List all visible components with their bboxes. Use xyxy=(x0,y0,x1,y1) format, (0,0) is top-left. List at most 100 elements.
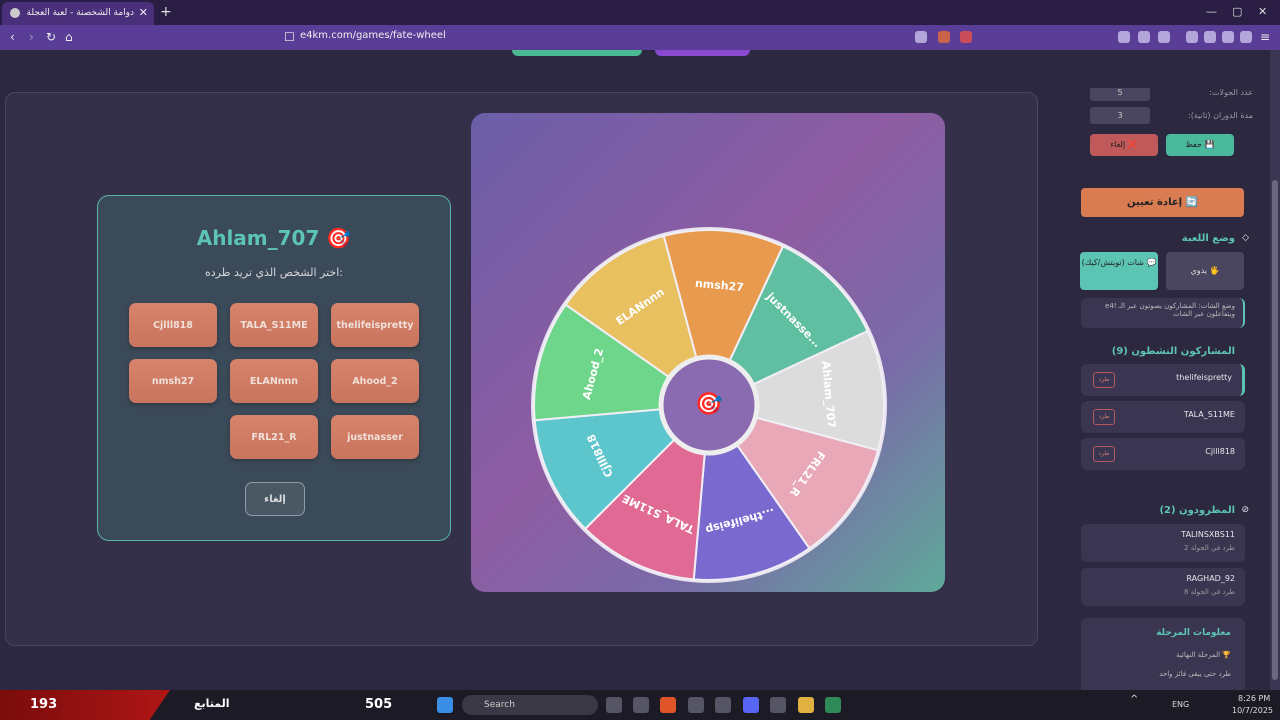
excel-icon[interactable] xyxy=(825,697,841,713)
puzzle-icon[interactable] xyxy=(1138,31,1150,43)
reset-button[interactable]: 🔄 إعادة تعيين xyxy=(1081,188,1244,217)
player-name: thelifeispretty xyxy=(1176,373,1232,382)
address-bar: ‹ › ↻ ⌂ ☐ e4km.com/games/fate-wheel ≡ xyxy=(0,25,1280,50)
kicked-item: RAGHAD_92 طرد في الجولة 8 xyxy=(1081,568,1245,606)
page-scrollbar[interactable] xyxy=(1270,50,1280,690)
player-name: Cjlll818 xyxy=(1205,447,1235,456)
home-icon[interactable]: ⌂ xyxy=(65,30,73,44)
save-button[interactable]: 💾 حفظ xyxy=(1166,134,1234,156)
windows-start-icon[interactable] xyxy=(437,697,453,713)
url-field[interactable]: e4km.com/games/fate-wheel xyxy=(300,30,446,41)
dialog-prompt: اختر الشخص الذي تريد طرده: xyxy=(205,266,343,279)
extension-icon[interactable] xyxy=(1118,31,1130,43)
kick-button[interactable]: طرد xyxy=(1093,372,1115,388)
maximize-icon[interactable]: ▢ xyxy=(1232,5,1242,18)
sidebar-icon[interactable] xyxy=(1186,31,1198,43)
player-button[interactable]: nmsh27 xyxy=(129,359,217,403)
bookmark-icon[interactable]: ☐ xyxy=(284,30,295,44)
kicked-title: المطرودون (2) xyxy=(1159,505,1235,516)
leo-icon[interactable] xyxy=(1222,31,1234,43)
reload-icon[interactable]: ↻ xyxy=(46,30,56,44)
brave-browser-icon[interactable] xyxy=(660,697,676,713)
new-tab-icon[interactable]: + xyxy=(160,4,172,20)
clock-time[interactable]: 8:26 PM xyxy=(1238,694,1270,703)
fate-wheel[interactable]: nmsh27justnasse...Ahlam_707FRL21_R...the… xyxy=(471,113,945,592)
vpn-icon[interactable] xyxy=(1240,31,1252,43)
target-icon: 🎯 xyxy=(695,391,722,417)
app-icon[interactable] xyxy=(633,697,649,713)
brave-shield-icon[interactable] xyxy=(938,31,950,43)
file-explorer-icon[interactable] xyxy=(798,697,814,713)
menu-icon[interactable]: ≡ xyxy=(1260,30,1270,44)
mode-note: وضع الشات: المشاركون يصوتون عبر الـ !e4 … xyxy=(1081,298,1245,328)
player-button[interactable]: thelifeispretty xyxy=(331,303,419,347)
language-indicator[interactable]: ENG xyxy=(1172,700,1189,709)
browser-tab-strip: دوامة الشخصنة - لعبة العجلة وال... ✕ + —… xyxy=(0,0,1280,25)
favicon-icon xyxy=(10,8,20,18)
rounds-input[interactable]: 5 xyxy=(1090,88,1150,101)
kick-button[interactable]: طرد xyxy=(1093,409,1115,425)
minimize-icon[interactable]: — xyxy=(1206,5,1217,18)
browser-tab[interactable]: دوامة الشخصنة - لعبة العجلة وال... ✕ xyxy=(2,2,154,25)
tray-chevron-icon[interactable]: ^ xyxy=(1130,694,1138,705)
page-content: nmsh27 justnasse... Ahlam_707 FRL21_R ...the… xyxy=(0,50,1270,690)
stage-note: طرد حتى يبقى فائز واحد xyxy=(1159,670,1231,678)
player-button[interactable]: justnasser xyxy=(331,415,419,459)
center-score: 505 xyxy=(365,697,393,712)
player-button[interactable]: ELANnnn xyxy=(230,359,318,403)
manual-mode-button[interactable]: 🖐 يدوي xyxy=(1166,252,1244,290)
player-button[interactable]: Cjlll818 xyxy=(129,303,217,347)
active-player-item: Cjlll818 طرد xyxy=(1081,438,1245,470)
target-icon: 🎯 xyxy=(326,226,352,250)
wheel-card: nmsh27 justnasse... Ahlam_707 FRL21_R ...the… xyxy=(471,113,945,592)
kicked-note: طرد في الجولة 2 xyxy=(1184,544,1235,552)
kicked-item: TALINSXBS11 طرد في الجولة 2 xyxy=(1081,524,1245,562)
stream-overlay-bar xyxy=(0,690,170,720)
cancel-button[interactable]: إلغاء xyxy=(245,482,305,516)
app-icon[interactable] xyxy=(606,697,622,713)
player-name: TALA_S11ME xyxy=(1183,410,1235,419)
active-player-item: thelifeispretty طرد xyxy=(1081,364,1245,396)
kicked-name: TALINSXBS11 xyxy=(1181,530,1235,539)
controller-icon: ◇ xyxy=(1242,233,1249,243)
stage-final: 🏆 المرحلة النهائية xyxy=(1176,651,1231,659)
steam-icon[interactable] xyxy=(770,697,786,713)
close-window-icon[interactable]: ✕ xyxy=(1258,5,1267,18)
game-mode-title: وضع اللعبة xyxy=(1181,233,1235,244)
obs-icon[interactable] xyxy=(715,697,731,713)
kicked-note: طرد في الجولة 8 xyxy=(1184,588,1235,596)
top-button-green[interactable] xyxy=(512,50,642,56)
screenshot-icon[interactable] xyxy=(1158,31,1170,43)
clock-date[interactable]: 10/7/2025 xyxy=(1232,706,1273,715)
stage-title: معلومات المرحلة xyxy=(1156,628,1231,638)
wallet-icon[interactable] xyxy=(1204,31,1216,43)
discord-icon[interactable] xyxy=(743,697,759,713)
forward-icon[interactable]: › xyxy=(29,30,34,44)
kick-dialog: Ahlam_707 🎯 اختر الشخص الذي تريد طرده: C… xyxy=(97,195,451,541)
spin-duration-input[interactable]: 3 xyxy=(1090,107,1150,124)
player-button[interactable]: TALA_S11ME xyxy=(230,303,318,347)
player-name: Ahlam_707 xyxy=(196,226,320,250)
spin-duration-label: مدة الدوران (ثانية): xyxy=(1188,111,1253,120)
kicked-name: RAGHAD_92 xyxy=(1186,574,1235,583)
stage-info-card: معلومات المرحلة 🏆 المرحلة النهائية طرد ح… xyxy=(1081,618,1245,690)
back-icon[interactable]: ‹ xyxy=(10,30,15,44)
rounds-label: عدد الجولات: xyxy=(1209,88,1253,97)
top-button-purple[interactable] xyxy=(655,50,750,56)
player-button[interactable]: FRL21_R xyxy=(230,415,318,459)
brave-rewards-icon[interactable] xyxy=(960,31,972,43)
settings-sidebar: عدد الجولات: 5 مدة الدوران (ثانية): 3 💾 … xyxy=(1065,88,1263,690)
app-icon[interactable] xyxy=(688,697,704,713)
taskbar-search[interactable]: Search xyxy=(462,695,598,715)
translate-icon[interactable] xyxy=(915,31,927,43)
close-tab-icon[interactable]: ✕ xyxy=(139,6,148,19)
tab-title: دوامة الشخصنة - لعبة العجلة وال... xyxy=(24,8,134,18)
dialog-title: Ahlam_707 🎯 xyxy=(98,226,450,250)
kick-button[interactable]: طرد xyxy=(1093,446,1115,462)
chat-mode-button[interactable]: 💬 شات (تويتش/كيك) xyxy=(1080,252,1158,290)
active-players-title: المشاركون النشطون (9) xyxy=(1111,346,1235,357)
player-button[interactable]: Ahood_2 xyxy=(331,359,419,403)
cancel-settings-button[interactable]: ❌ إلغاء xyxy=(1090,134,1158,156)
scroll-thumb[interactable] xyxy=(1272,180,1278,680)
left-score: 193 xyxy=(30,697,58,712)
